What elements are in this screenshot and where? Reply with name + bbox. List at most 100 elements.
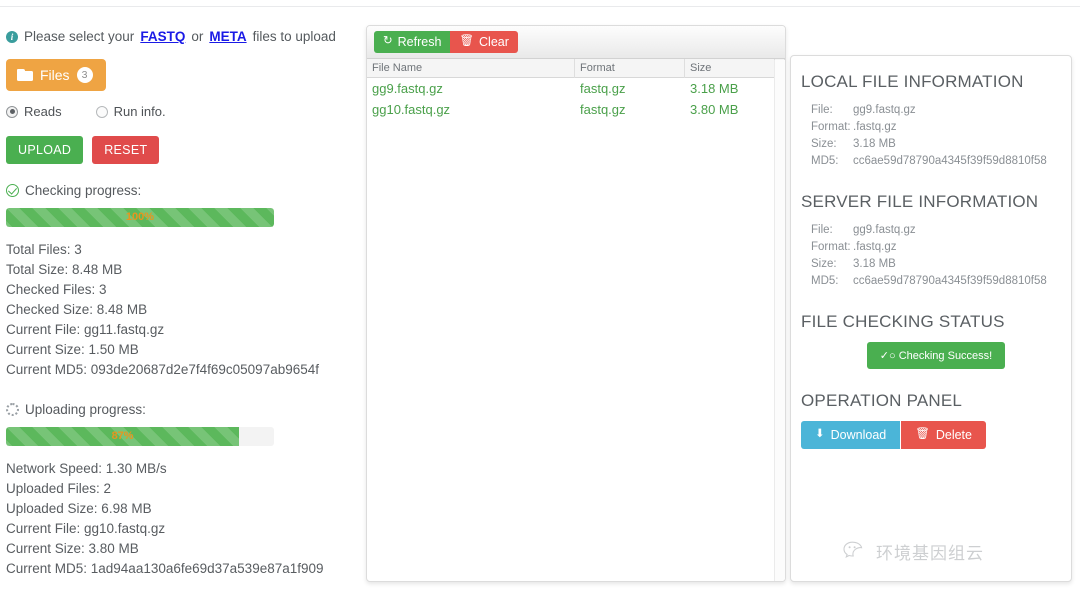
uploading-progress-percent: 87% bbox=[111, 430, 134, 442]
fastq-link[interactable]: FASTQ bbox=[140, 28, 185, 46]
clear-button[interactable]: 🗑 Clear bbox=[450, 31, 518, 53]
meta-link[interactable]: META bbox=[209, 28, 246, 46]
field-value: cc6ae59d78790a4345f39f59d8810f58 bbox=[853, 275, 1047, 287]
instruction-suffix: files to upload bbox=[252, 29, 336, 44]
file-table-scrollbar[interactable] bbox=[774, 60, 785, 581]
stat-row: Checked Files: 3 bbox=[6, 282, 107, 297]
checking-progress-label: Checking progress: bbox=[25, 183, 142, 198]
stat-row: Current MD5: 1ad94aa130a6fe69d37a539e87a… bbox=[6, 561, 324, 576]
checking-progress-heading: Checking progress: bbox=[6, 183, 351, 198]
table-row[interactable]: gg10.fastq.gz fastq.gz 3.80 MB bbox=[367, 99, 785, 120]
field-key: MD5: bbox=[811, 275, 839, 287]
download-button[interactable]: ⬇ Download bbox=[801, 421, 901, 449]
server-file-field: Size: 3.18 MB bbox=[801, 256, 1071, 273]
column-header-file-name[interactable]: File Name bbox=[367, 59, 575, 78]
radio-run-info-indicator[interactable] bbox=[95, 105, 108, 118]
uploading-progress-section: Uploading progress: 87% Network Speed: 1… bbox=[6, 402, 351, 579]
operation-panel-group: OPERATION PANEL ⬇ Download 🗑 Delete bbox=[801, 391, 1071, 449]
local-file-field: File: gg9.fastq.gz bbox=[801, 102, 1071, 119]
spinner-icon bbox=[6, 403, 19, 416]
cell-size: 3.18 MB bbox=[690, 81, 739, 96]
cell-file-name: gg9.fastq.gz bbox=[372, 81, 443, 96]
stat-row: Checked Size: 8.48 MB bbox=[6, 302, 148, 317]
refresh-button[interactable]: ↻ Refresh bbox=[374, 31, 451, 53]
files-select-button[interactable]: Files 3 bbox=[6, 59, 106, 91]
table-row[interactable]: gg9.fastq.gz fastq.gz 3.18 MB bbox=[367, 78, 785, 99]
file-table-header: File Name Format Size bbox=[367, 59, 785, 78]
trash-icon: 🗑 bbox=[915, 428, 930, 441]
status-badge-label: Checking Success! bbox=[898, 350, 993, 362]
operation-panel-title: OPERATION PANEL bbox=[801, 391, 963, 410]
stat-row: Current Size: 1.50 MB bbox=[6, 342, 139, 357]
upload-button[interactable]: UPLOAD bbox=[6, 136, 84, 164]
download-button-label: Download bbox=[830, 428, 887, 442]
server-file-information-group: SERVER FILE INFORMATION File: gg9.fastq.… bbox=[801, 192, 1071, 290]
files-button-label: Files bbox=[40, 67, 70, 83]
server-file-field: File: gg9.fastq.gz bbox=[801, 222, 1071, 239]
field-value: 3.18 MB bbox=[853, 258, 896, 270]
file-list-toolbar: ↻ Refresh 🗑 Clear bbox=[367, 26, 785, 59]
stat-row: Uploaded Files: 2 bbox=[6, 481, 112, 496]
folder-icon bbox=[17, 68, 33, 82]
radio-reads-indicator[interactable] bbox=[6, 105, 18, 118]
field-key: Format: bbox=[811, 121, 851, 133]
delete-button[interactable]: 🗑 Delete bbox=[901, 421, 986, 449]
stat-row: Current File: gg11.fastq.gz bbox=[6, 322, 165, 337]
file-table-body: gg9.fastq.gz fastq.gz 3.18 MB gg10.fastq… bbox=[367, 78, 785, 120]
field-key: Size: bbox=[811, 258, 837, 270]
uploading-progress-bar: 87% bbox=[6, 427, 274, 446]
uploading-progress-heading: Uploading progress: bbox=[6, 402, 351, 417]
field-key: MD5: bbox=[811, 155, 839, 167]
upload-control-panel: i Please select your FASTQ or META files… bbox=[6, 28, 351, 579]
local-file-information-title: LOCAL FILE INFORMATION bbox=[801, 72, 1024, 91]
stat-row: Total Size: 8.48 MB bbox=[6, 262, 123, 277]
stat-row: Current Size: 3.80 MB bbox=[6, 541, 139, 556]
field-value: gg9.fastq.gz bbox=[853, 224, 916, 236]
cell-format: fastq.gz bbox=[580, 81, 626, 96]
refresh-icon: ↻ bbox=[383, 35, 393, 48]
info-icon: i bbox=[6, 31, 18, 43]
radio-option-run-info[interactable]: Run info. bbox=[95, 104, 166, 119]
download-icon: ⬇ bbox=[815, 428, 825, 441]
checking-stats-list: Total Files: 3 Total Size: 8.48 MB Check… bbox=[6, 240, 351, 380]
local-file-field: Format: .fastq.gz bbox=[801, 119, 1071, 136]
local-file-field: MD5: cc6ae59d78790a4345f39f59d8810f58 bbox=[801, 153, 1071, 170]
file-checking-status-title: FILE CHECKING STATUS bbox=[801, 312, 1005, 331]
file-checking-status-group: FILE CHECKING STATUS ✓○ Checking Success… bbox=[801, 312, 1071, 369]
check-circle-icon bbox=[6, 184, 19, 197]
stat-row: Uploaded Size: 6.98 MB bbox=[6, 501, 152, 516]
stat-row: Current MD5: 093de20687d2e7f4f69c05097ab… bbox=[6, 362, 319, 377]
server-file-field: MD5: cc6ae59d78790a4345f39f59d8810f58 bbox=[801, 273, 1071, 290]
file-list-panel: ↻ Refresh 🗑 Clear File Name Format Size … bbox=[366, 25, 786, 582]
column-header-size[interactable]: Size bbox=[685, 59, 775, 78]
field-key: Format: bbox=[811, 241, 851, 253]
top-divider bbox=[0, 6, 1080, 7]
server-file-information-title: SERVER FILE INFORMATION bbox=[801, 192, 1039, 211]
field-key: File: bbox=[811, 224, 833, 236]
local-file-field: Size: 3.18 MB bbox=[801, 136, 1071, 153]
cell-format: fastq.gz bbox=[580, 102, 626, 117]
reset-button[interactable]: RESET bbox=[92, 136, 160, 164]
field-value: .fastq.gz bbox=[853, 121, 897, 133]
clear-button-label: Clear bbox=[479, 35, 509, 49]
upload-type-radio-group: Reads Run info. bbox=[6, 104, 351, 119]
radio-option-reads[interactable]: Reads bbox=[6, 104, 62, 119]
field-key: File: bbox=[811, 104, 833, 116]
local-file-information-group: LOCAL FILE INFORMATION File: gg9.fastq.g… bbox=[801, 72, 1071, 170]
uploading-stats-list: Network Speed: 1.30 MB/s Uploaded Files:… bbox=[6, 459, 351, 579]
files-count-badge: 3 bbox=[76, 67, 93, 83]
file-details-panel: LOCAL FILE INFORMATION File: gg9.fastq.g… bbox=[790, 55, 1072, 582]
checking-progress-bar: 100% bbox=[6, 208, 274, 227]
status-badge: ✓○ Checking Success! bbox=[866, 342, 1006, 369]
cell-file-name: gg10.fastq.gz bbox=[372, 102, 451, 117]
column-header-format[interactable]: Format bbox=[575, 59, 685, 78]
check-circle-icon: ✓○ bbox=[879, 350, 896, 362]
field-value: 3.18 MB bbox=[853, 138, 896, 150]
trash-icon: 🗑 bbox=[459, 35, 475, 48]
delete-button-label: Delete bbox=[935, 428, 972, 442]
instruction-prefix: Please select your bbox=[24, 29, 135, 44]
instruction-text: i Please select your FASTQ or META files… bbox=[6, 28, 351, 46]
upload-actions: UPLOAD RESET bbox=[6, 136, 351, 164]
instruction-middle: or bbox=[191, 29, 204, 44]
refresh-button-label: Refresh bbox=[397, 35, 442, 49]
